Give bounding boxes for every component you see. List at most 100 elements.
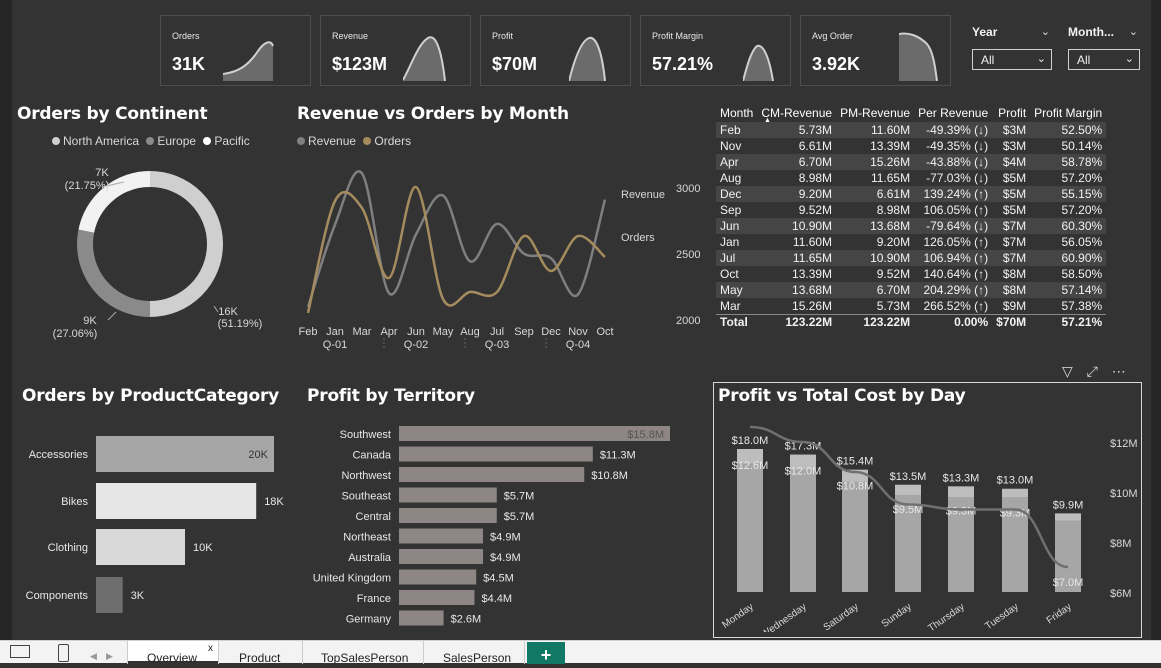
close-icon[interactable]: x <box>208 643 213 654</box>
matrix-cell: 13.39M <box>792 267 833 281</box>
orders-line[interactable] <box>306 185 606 314</box>
category-value-label: 18K <box>264 496 284 508</box>
x-tick-label: Sep <box>514 326 534 338</box>
category-bar[interactable] <box>96 483 257 519</box>
scroll-left-icon[interactable]: ◀ <box>90 651 97 662</box>
profit-bar[interactable] <box>737 463 763 592</box>
profit-bar[interactable] <box>842 481 868 592</box>
matrix-cell: 6.61M <box>836 186 915 202</box>
legend-item[interactable]: North America <box>48 134 139 148</box>
kpi-value: 3.92K <box>812 54 861 74</box>
territory-value-label: $4.9M <box>490 552 521 564</box>
day-label: Saturday <box>822 601 861 632</box>
matrix-column-header[interactable]: Profit <box>992 104 1030 122</box>
kpi-value: $123M <box>332 54 388 74</box>
matrix-cell: $5M <box>1002 171 1027 185</box>
matrix-column-header[interactable]: Per Revenue <box>914 104 992 122</box>
territory-bar[interactable] <box>399 569 477 585</box>
matrix-cell: Aug <box>720 171 742 185</box>
matrix-cell: $5M <box>1002 203 1027 217</box>
legend-item[interactable]: Pacific <box>199 134 250 148</box>
mobile-view-icon[interactable] <box>58 644 69 662</box>
matrix-row[interactable]: Apr 6.70M 15.26M -43.88% (↓) $4M 58.78% <box>716 154 1107 170</box>
matrix-column-header[interactable]: Month <box>716 104 757 122</box>
kpi-card-orders[interactable]: Orders 31K <box>160 15 311 86</box>
legend-item[interactable]: Revenue <box>293 134 356 148</box>
kpi-card-revenue[interactable]: Revenue $123M <box>320 15 471 86</box>
orders-by-product-category-bar-chart[interactable]: Accessories 20K Bikes 18K Clothing 10K Compone… <box>12 425 302 635</box>
desktop-view-icon[interactable] <box>10 645 30 658</box>
legend-item[interactable]: Orders <box>359 134 411 148</box>
profit-by-territory-bar-chart[interactable]: Southwest $15.8M Canada $11.3M Northwest $10.… <box>300 420 690 630</box>
territory-label: United Kingdom <box>313 573 391 585</box>
profit-vs-cost-combo-chart[interactable]: $12M $10M $8M $6M $18.0M$12.6MMonday$17.… <box>715 412 1140 632</box>
legend-item[interactable]: Europe <box>142 134 196 148</box>
more-options-icon[interactable]: ⋯ <box>1112 363 1126 379</box>
profit-label: $9.3M <box>946 505 977 517</box>
tab-overview[interactable]: Overview x <box>128 641 218 665</box>
scroll-right-icon[interactable]: ▶ <box>106 651 113 662</box>
matrix-row[interactable]: Dec 9.20M 6.61M 139.24% (↑) $5M 55.15% <box>716 186 1107 202</box>
category-bar[interactable] <box>96 577 123 613</box>
kpi-card-profit[interactable]: Profit $70M <box>480 15 631 86</box>
month-dropdown[interactable]: All ⌄ <box>1068 49 1140 70</box>
territory-bar[interactable] <box>399 549 484 564</box>
donut-label-europe-value: 9K <box>83 315 97 327</box>
kpi-card-profit-margin[interactable]: Profit Margin 57.21% <box>640 15 791 86</box>
revenue-vs-orders-line-chart[interactable]: Revenue Orders 3000 2500 2000 Q-01 Q-02 … <box>290 150 710 360</box>
matrix-row[interactable]: Sep 9.52M 8.98M 106.05% (↑) $5M 57.20% <box>716 202 1106 218</box>
page-tab-bar: ◀ ▶ Overview x Product TopSalesPerson Sa… <box>0 640 1161 665</box>
territory-bar[interactable] <box>399 590 475 605</box>
x-tick-label: Oct <box>596 326 613 338</box>
matrix-cell: May <box>716 282 758 298</box>
filter-icon[interactable]: ▽ <box>1062 363 1073 379</box>
sort-ascending-icon[interactable]: ▲ <box>764 117 771 124</box>
year-dropdown-value: All <box>981 53 995 67</box>
territory-label: France <box>357 593 391 605</box>
kpi-sparkline <box>403 36 446 81</box>
matrix-total-cell: Total <box>716 313 758 330</box>
territory-bar[interactable] <box>399 446 593 462</box>
matrix-column-header[interactable]: Profit Margin <box>1030 104 1106 122</box>
territory-label: Germany <box>346 614 392 626</box>
territory-bar[interactable] <box>399 508 497 523</box>
chevron-down-icon[interactable]: ⌄ <box>1041 25 1050 38</box>
territory-bar[interactable] <box>399 610 444 626</box>
tab-topsalesperson[interactable]: TopSalesPerson <box>303 641 423 665</box>
matrix-column-header[interactable]: PM-Revenue <box>836 104 914 122</box>
add-page-button[interactable]: + <box>527 642 565 665</box>
monthly-revenue-matrix[interactable]: Month CM-Revenue PM-Revenue Per Revenue Prof… <box>716 104 1107 330</box>
territory-bar[interactable] <box>399 528 484 544</box>
kpi-card-avg-order[interactable]: Avg Order 3.92K <box>800 15 951 86</box>
matrix-row[interactable]: Jun 10.90M 13.68M -79.64% (↓) $7M 60.30% <box>716 218 1107 234</box>
revenue-line[interactable] <box>306 170 607 308</box>
matrix-cell: -49.35% (↓) <box>926 139 989 153</box>
orders-by-continent-donut[interactable]: 7K (21.75%) 16K (51.19%) 9K (27.06%) <box>20 160 280 360</box>
matrix-row[interactable]: Mar 15.26M 5.73M 266.52% (↑) $9M 57.38% <box>716 298 1106 314</box>
matrix-row[interactable]: Feb 5.73M 11.60M -49.39% (↓) $3M 52.50% <box>716 122 1107 138</box>
day-label: Thursday <box>926 601 966 632</box>
total-cost-label: $15.4M <box>837 456 874 468</box>
matrix-row[interactable]: May 13.68M 6.70M 204.29% (↑) $8M 57.14% <box>716 282 1107 298</box>
matrix-row[interactable]: Jan 11.60M 9.20M 126.05% (↑) $7M 56.05% <box>716 234 1106 250</box>
matrix-cell: 56.05% <box>1061 235 1103 249</box>
matrix-cell: -79.64% (↓) <box>914 218 993 234</box>
y-tick-label: 3000 <box>676 183 700 195</box>
chevron-down-icon[interactable]: ⌄ <box>1129 25 1138 38</box>
category-bar[interactable] <box>96 436 274 472</box>
matrix-row[interactable]: Oct 13.39M 9.52M 140.64% (↑) $8M 58.50% <box>716 266 1106 282</box>
donut-label-north-america-value: 16K <box>218 306 238 318</box>
profit-bar[interactable] <box>790 469 816 592</box>
category-bar[interactable] <box>96 529 185 565</box>
tab-salesperson[interactable]: SalesPerson <box>424 641 524 665</box>
matrix-row[interactable]: Aug 8.98M 11.65M -77.03% (↓) $5M 57.20% <box>716 170 1106 186</box>
category-label: Clothing <box>48 542 88 554</box>
matrix-row[interactable]: Jul 11.65M 10.90M 106.94% (↑) $7M 60.90% <box>716 250 1107 266</box>
matrix-cell: 9.20M <box>876 235 911 249</box>
tab-product[interactable]: Product <box>219 641 302 665</box>
territory-bar[interactable] <box>399 467 585 482</box>
year-dropdown[interactable]: All ⌄ <box>972 49 1052 70</box>
focus-mode-icon[interactable]: ⤢ <box>1087 363 1098 379</box>
matrix-row[interactable]: Nov 6.61M 13.39M -49.35% (↓) $3M 50.14% <box>716 138 1106 154</box>
territory-bar[interactable] <box>399 487 497 503</box>
